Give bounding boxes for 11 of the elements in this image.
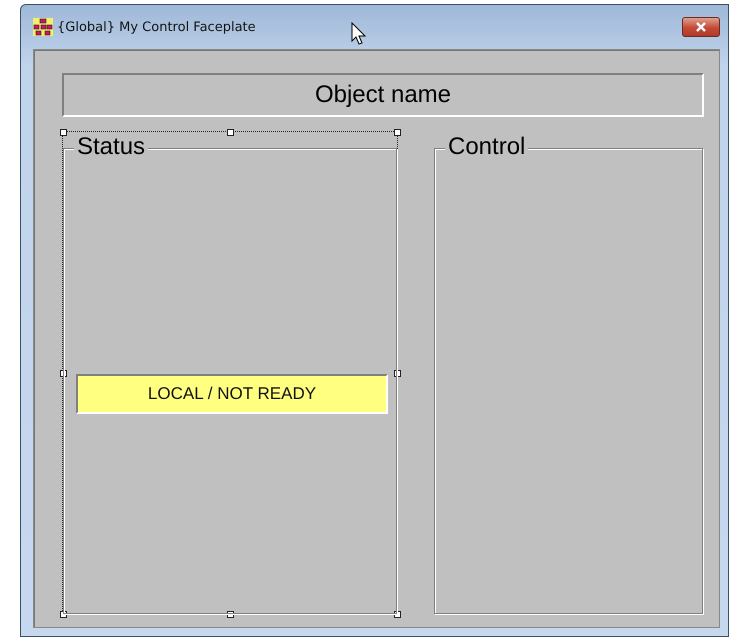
resize-handle[interactable] <box>60 129 67 136</box>
close-button[interactable] <box>682 17 720 37</box>
close-icon <box>695 22 707 32</box>
resize-handle[interactable] <box>394 129 401 136</box>
status-indicator: LOCAL / NOT READY <box>76 374 388 414</box>
app-icon <box>33 18 53 36</box>
window-title: {Global} My Control Faceplate <box>57 20 256 34</box>
resize-handle[interactable] <box>227 129 234 136</box>
object-name-label: Object name <box>62 73 704 117</box>
cursor-icon <box>351 22 367 46</box>
selection-outline[interactable]: Status LOCAL / NOT READY <box>62 131 398 615</box>
